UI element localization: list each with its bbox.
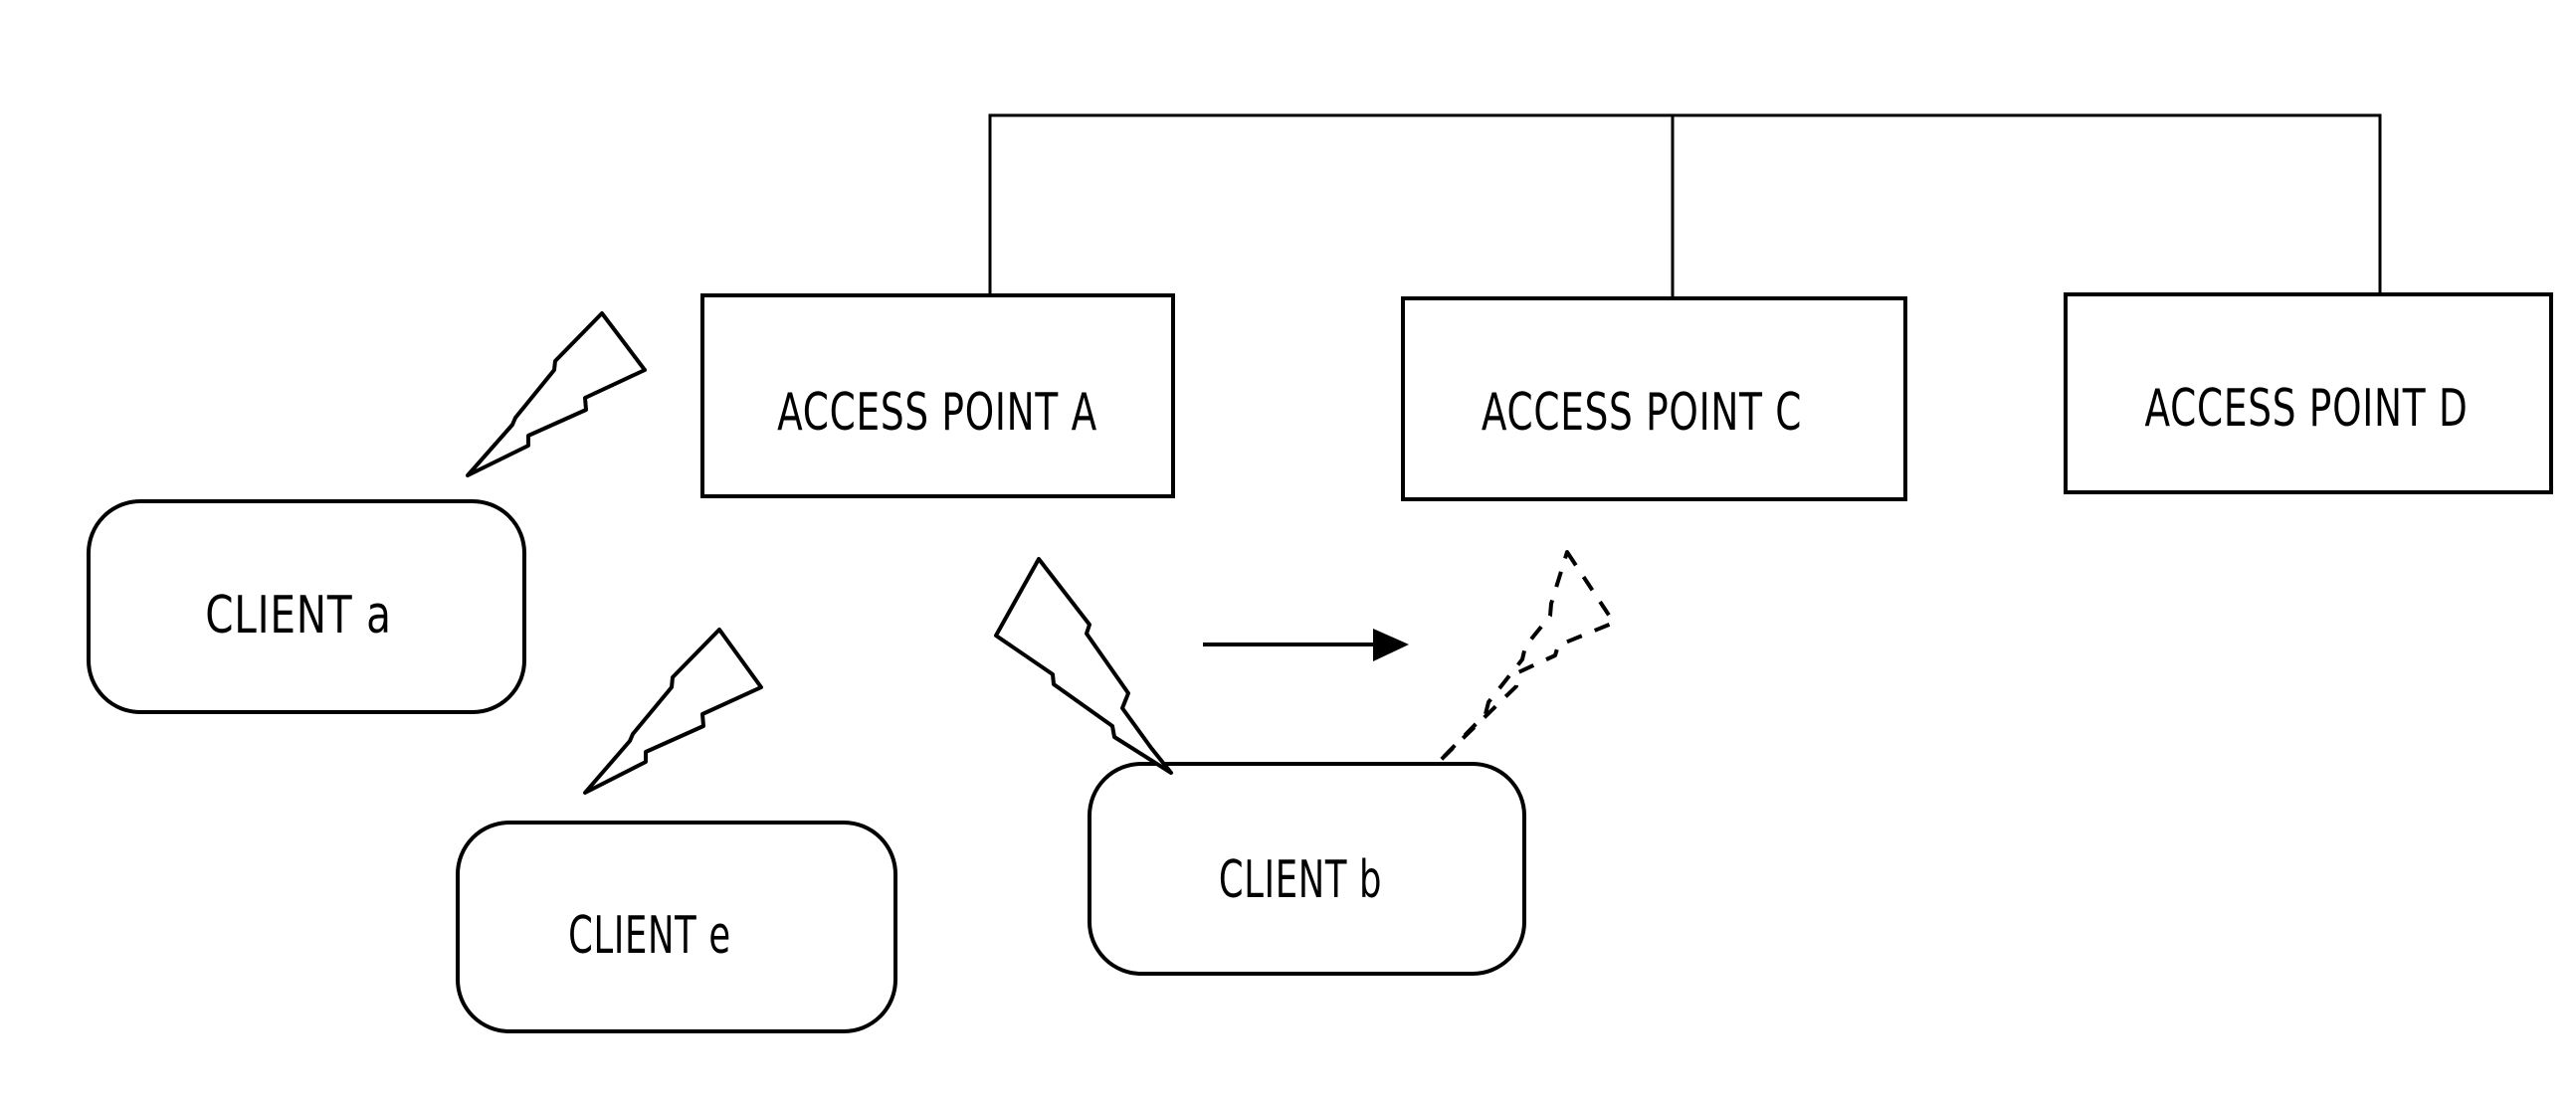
access-point-c[interactable]: ACCESS POINT C [1401,296,1907,501]
wireless-link-b-icon [994,557,1173,775]
client-b-label: CLIENT b [1219,850,1382,910]
access-point-a-label: ACCESS POINT A [777,382,1097,443]
client-e[interactable]: CLIENT e [456,821,897,1033]
wireless-link-a-icon [466,311,647,477]
client-e-label: CLIENT e [568,906,731,966]
access-point-d-label: ACCESS POINT D [2144,378,2468,439]
access-point-c-label: ACCESS POINT C [1482,382,1802,443]
network-diagram: ACCESS POINT A ACCESS POINT C ACCESS POI… [87,113,2553,1033]
wireless-link-e-icon [583,628,763,795]
client-a-label: CLIENT a [205,585,392,644]
handover-arrow [1203,629,1409,661]
access-point-a[interactable]: ACCESS POINT A [700,293,1175,498]
client-a[interactable]: CLIENT a [87,499,526,714]
client-b[interactable]: CLIENT b [1088,762,1526,976]
wireless-link-b-future-icon [1436,550,1616,765]
access-point-d[interactable]: ACCESS POINT D [2064,292,2553,494]
arrow-head-icon [1373,629,1409,661]
